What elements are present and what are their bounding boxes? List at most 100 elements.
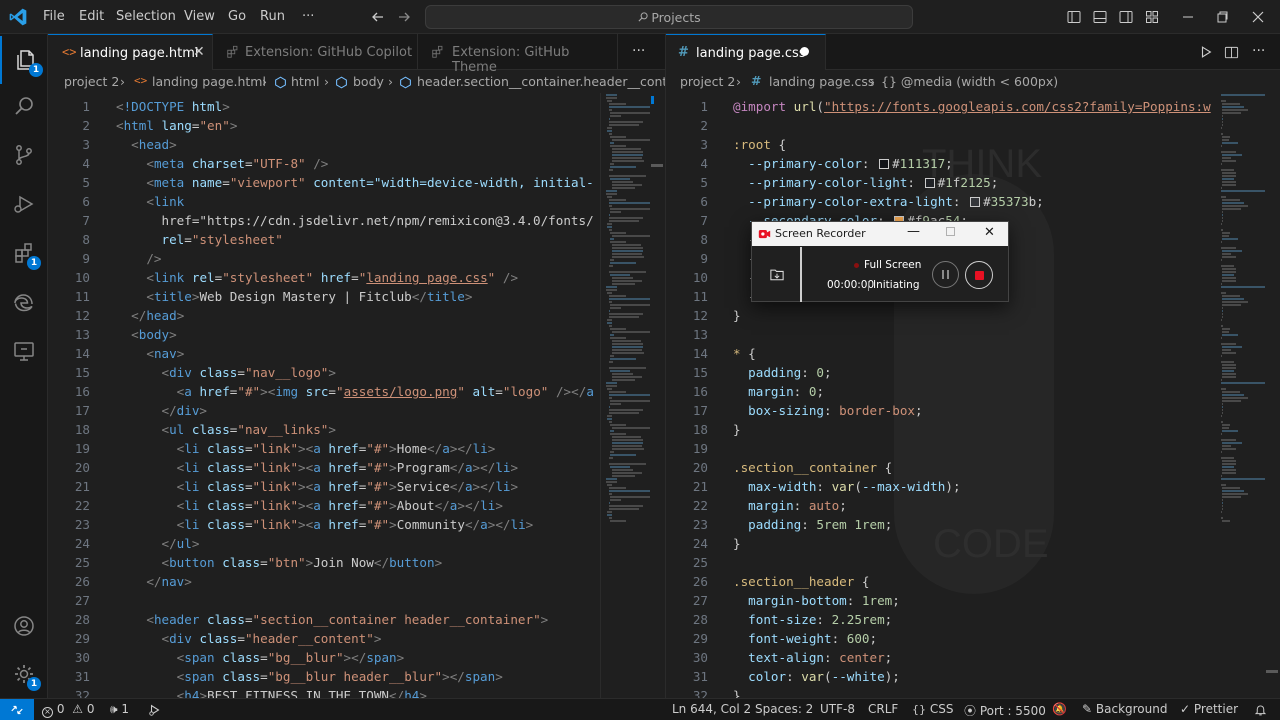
breadcrumb-file[interactable]: landing page.html [152,74,266,89]
code-line[interactable]: 19 <li class="link"><a href="#">Home</a>… [48,439,600,458]
code-line[interactable]: 24} [666,534,1218,553]
code-line[interactable]: 32 <h4>BEST FITNESS IN THE TOWN</h4> [48,686,600,698]
code-line[interactable]: 12} [666,306,1218,325]
minimize-window-icon[interactable] [1180,9,1196,25]
code-line[interactable]: 6 --primary-color-extra-light: #35373b; [666,192,1218,211]
scrollbar-thumb[interactable] [651,164,663,167]
code-line[interactable]: 29 font-weight: 600; [666,629,1218,648]
tab-extension-github-copilot[interactable]: Extension: GitHub Copilot [213,34,418,70]
run-file-icon[interactable] [1199,45,1213,59]
menu-selection[interactable]: Selection [116,9,176,24]
recorder-minimize-icon[interactable]: — [907,224,920,239]
language-mode[interactable]: {} CSS [912,702,953,716]
menu-more[interactable]: ··· [302,9,314,24]
code-line[interactable]: 3:root { [666,135,1218,154]
code-line[interactable]: 23 <li class="link"><a href="#">Communit… [48,515,600,534]
tab-landing-page-css[interactable]: # landing page.css [666,34,826,70]
activity-edge-tools[interactable] [0,278,48,326]
remote-indicator[interactable] [0,699,34,720]
code-line[interactable]: 31 <span class="bg__blur header__blur"><… [48,667,600,686]
breadcrumb-symbol-body[interactable]: body [353,74,384,89]
code-line[interactable]: 30 <span class="bg__blur"></span> [48,648,600,667]
code-line[interactable]: 32} [666,686,1218,698]
activity-extensions[interactable]: 1 [0,229,48,277]
encoding[interactable]: UTF-8 [820,702,855,716]
scrollbar-thumb[interactable] [1266,670,1278,673]
code-line[interactable]: 26 </nav> [48,572,600,591]
code-line[interactable]: 13 [666,325,1218,344]
forward-arrow-icon[interactable] [396,9,412,25]
recorder-title-bar[interactable]: Screen Recorder — ✕ [752,222,1008,246]
code-line[interactable]: 28 <header class="section__container hea… [48,610,600,629]
code-line[interactable]: 20 <li class="link"><a href="#">Program<… [48,458,600,477]
code-line[interactable]: 13 <body> [48,325,600,344]
recorder-close-icon[interactable]: ✕ [984,225,995,240]
tab-extension-github-theme[interactable]: Extension: GitHub Theme [418,34,618,75]
code-line[interactable]: 29 <div class="header__content"> [48,629,600,648]
code-line[interactable]: 20 .section__container { [666,458,1218,477]
activity-explorer[interactable]: 1 [0,36,48,84]
breadcrumb-symbol-header[interactable]: header.section__container.header__contai… [417,74,665,89]
code-line[interactable]: 27 margin-bottom: 1rem; [666,591,1218,610]
code-line[interactable]: 16 <a href="#"><img src="assets/logo.png… [48,382,600,401]
code-line[interactable]: 2 <html lang="en"> [48,116,600,135]
customize-layout-icon[interactable] [1144,9,1160,25]
code-line[interactable]: 15 <div class="nav__logo"> [48,363,600,382]
activity-remote-explorer[interactable] [0,327,48,375]
background-toggle[interactable]: ✎ Background [1082,702,1167,716]
code-line[interactable]: 25 [666,553,1218,572]
code-line[interactable]: 21 <li class="link"><a href="#">Service<… [48,477,600,496]
vscode-logo-icon[interactable] [8,7,28,27]
code-line[interactable]: 5 <meta name="viewport" content="width=d… [48,173,600,192]
code-line[interactable]: 5 --primary-color-light: #1f2125; [666,173,1218,192]
unsaved-dot-icon[interactable] [800,47,809,56]
code-line[interactable]: 3 <head> [48,135,600,154]
pause-button[interactable] [932,261,959,288]
activity-source-control[interactable] [0,131,48,179]
more-actions-button[interactable]: ··· [632,43,645,59]
activity-manage[interactable]: 1 [0,650,48,698]
folder-icon[interactable] [770,268,784,281]
split-editor-icon[interactable] [1224,45,1239,60]
debug-run-icon[interactable] [148,703,162,717]
ports-indicator[interactable]: 🕪 1 [110,702,129,717]
code-line[interactable]: 7 href="https://cdn.jsdelivr.net/npm/rem… [48,211,600,230]
screen-recorder-window[interactable]: Screen Recorder — ✕ Full Screen 00:00:00… [751,221,1009,302]
code-area-left[interactable]: 1 <!DOCTYPE html> 2 <html lang="en"> 3 <head… [48,93,600,698]
menu-go[interactable]: Go [228,9,246,24]
minimap-right[interactable] [1221,94,1271,524]
toggle-secondary-sidebar-icon[interactable] [1118,9,1134,25]
code-line[interactable]: 17 </div> [48,401,600,420]
code-line[interactable]: 28 font-size: 2.25rem; [666,610,1218,629]
command-center[interactable]: Projects [425,5,913,29]
code-line[interactable]: 23 padding: 5rem 1rem; [666,515,1218,534]
code-line[interactable]: 2 [666,116,1218,135]
more-actions-button[interactable]: ··· [1252,43,1265,59]
code-line[interactable]: 22 margin: auto; [666,496,1218,515]
breadcrumb-folder[interactable]: project 2 [64,74,119,89]
activity-search[interactable] [0,82,48,130]
restore-window-icon[interactable] [1214,9,1230,25]
recorder-mode[interactable]: Full Screen [864,259,921,271]
code-line[interactable]: 9 /> [48,249,600,268]
notifications-bell-icon[interactable] [1254,703,1267,717]
code-line[interactable]: 31 color: var(--white); [666,667,1218,686]
breadcrumb-folder[interactable]: project 2 [680,74,735,89]
live-server-port[interactable]: ⦿ Port : 5500 [964,702,1046,719]
toggle-primary-sidebar-icon[interactable] [1066,9,1082,25]
end-of-line[interactable]: CRLF [868,702,898,716]
tab-landing-page-html[interactable]: <> landing page.html ✕ [48,34,213,70]
code-line[interactable]: 25 <button class="btn">Join Now</button> [48,553,600,572]
code-line[interactable]: 26 .section__header { [666,572,1218,591]
breadcrumb-file[interactable]: landing page.css [769,74,874,89]
toggle-panel-icon[interactable] [1092,9,1108,25]
code-line[interactable]: 30 text-align: center; [666,648,1218,667]
code-line[interactable]: 14 * { [666,344,1218,363]
breadcrumb-symbol-media[interactable]: {} @media (width < 600px) [881,74,1058,89]
code-line[interactable]: 11 <title>Web Design Mastery | Fitclub</… [48,287,600,306]
code-line[interactable]: 18 <ul class="nav__links"> [48,420,600,439]
code-line[interactable]: 24 </ul> [48,534,600,553]
close-window-icon[interactable] [1250,9,1266,25]
code-line[interactable]: 19 [666,439,1218,458]
tab-close-icon[interactable]: ✕ [193,44,205,60]
